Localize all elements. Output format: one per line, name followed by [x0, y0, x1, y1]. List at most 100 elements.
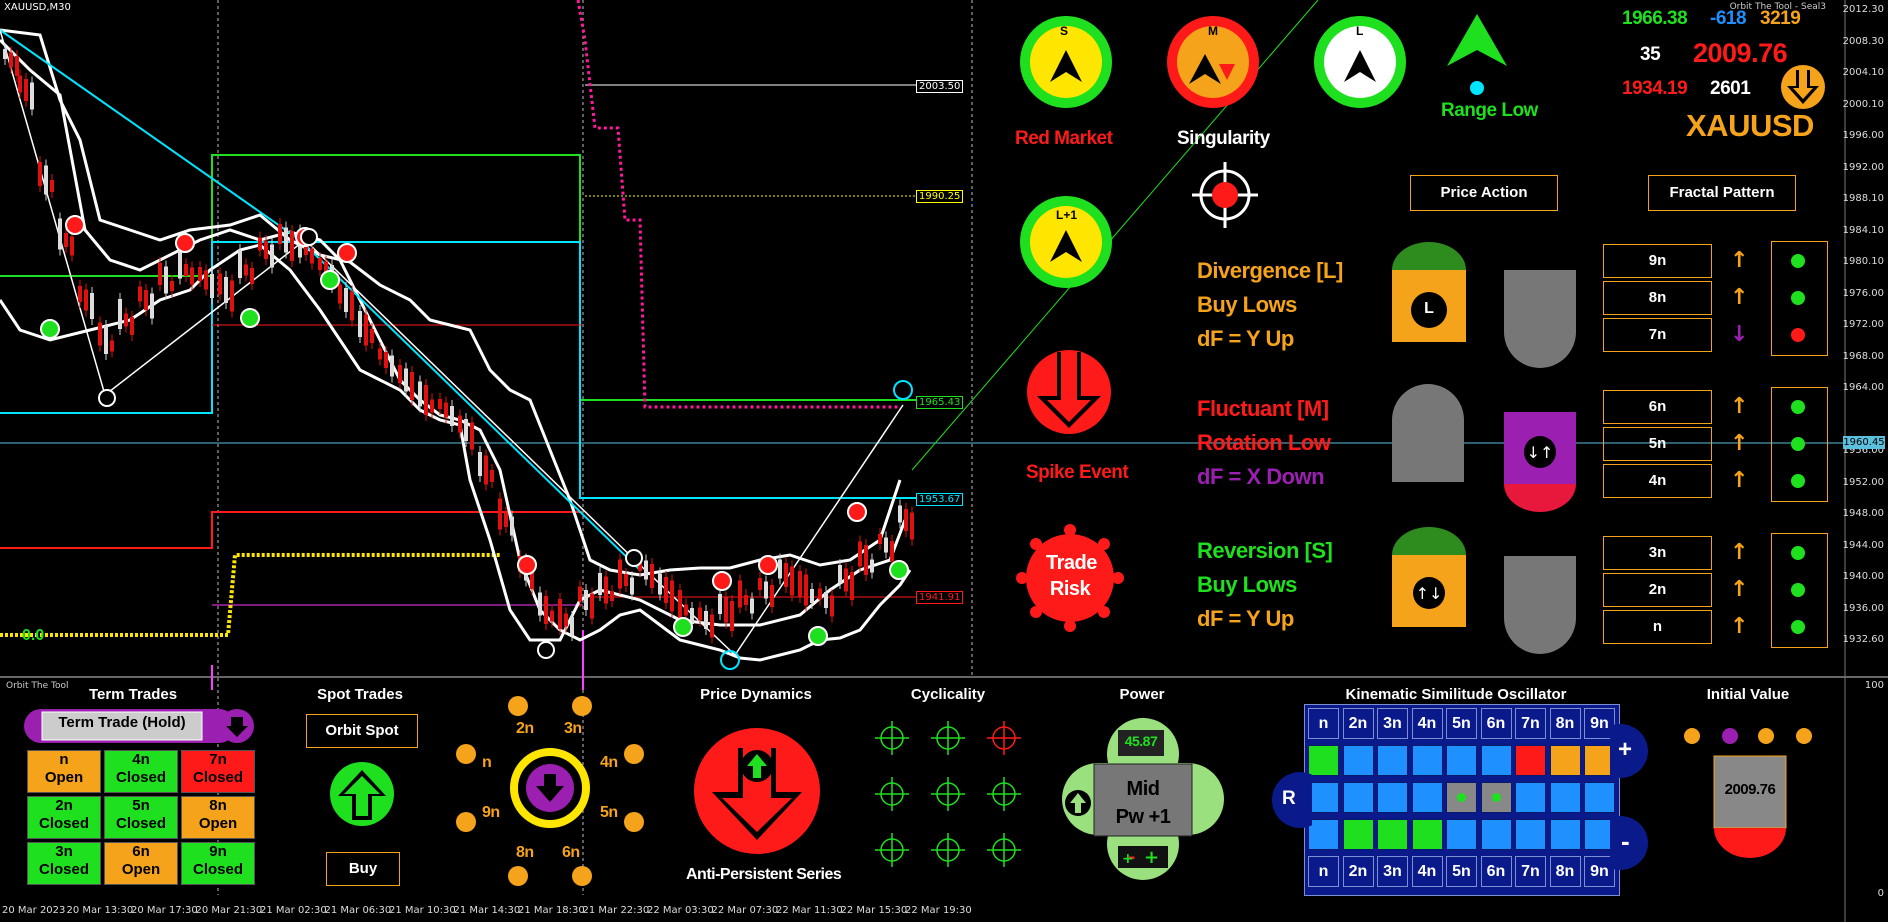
- candle-body: [650, 564, 654, 588]
- candle-body: [590, 593, 594, 619]
- kso-cell: [1377, 782, 1408, 813]
- kso-cell: [1549, 782, 1581, 813]
- candle-body: [658, 573, 662, 595]
- group-l-line3: dF = Y Up: [1197, 326, 1294, 351]
- candle-body: [30, 82, 34, 110]
- kso-cell: [1411, 782, 1443, 813]
- term-trade-cell-3n[interactable]: 3n Closed: [27, 842, 101, 885]
- price-action-button[interactable]: Price Action: [1410, 175, 1558, 211]
- cyclicality-crosshair-icon: [875, 777, 909, 811]
- kso-header-4n: 4n: [1411, 856, 1443, 887]
- term-trade-cell-status: Closed: [115, 769, 166, 786]
- singularity-crosshair-icon: [1192, 162, 1258, 228]
- fractal-row-4n[interactable]: 4n: [1603, 464, 1712, 498]
- term-trade-cell-5n[interactable]: 5n Closed: [104, 796, 178, 839]
- fractal-row-n[interactable]: n: [1603, 610, 1712, 644]
- spike-event-down-icon: [1027, 350, 1111, 434]
- candle-body: [738, 580, 742, 608]
- candle-body: [478, 452, 482, 476]
- price-axis-label: 1944.00: [1842, 539, 1884, 551]
- candle-body: [338, 284, 342, 304]
- term-trade-cell-6n[interactable]: 6n Open: [104, 842, 178, 885]
- cyclicality-crosshair-icon: [875, 833, 909, 867]
- zero-label: 0.0: [22, 627, 45, 644]
- term-trade-cell-7n[interactable]: 7n Closed: [181, 750, 255, 793]
- kso-header-n: n: [1308, 856, 1339, 887]
- term-trade-cell-2n[interactable]: 2n Closed: [27, 796, 101, 839]
- term-trade-down-icon[interactable]: [220, 709, 254, 743]
- candle-body: [458, 415, 462, 433]
- candle-body: [404, 368, 408, 392]
- fractal-row-2n[interactable]: 2n: [1603, 573, 1712, 607]
- fractal-row-5n[interactable]: 5n: [1603, 427, 1712, 461]
- power-line1: Mid: [1126, 778, 1160, 800]
- fractal-row-6n[interactable]: 6n: [1603, 390, 1712, 424]
- price-axis-label: 2004.10: [1842, 67, 1884, 78]
- group-l-block: [1392, 242, 1466, 342]
- kso-cell: [1515, 782, 1546, 813]
- candle-body: [144, 290, 148, 310]
- term-trade-cell-n[interactable]: n Open: [27, 750, 101, 793]
- candle-body: [718, 594, 722, 614]
- buy-button[interactable]: Buy: [326, 852, 400, 886]
- kso-cell: [1411, 745, 1443, 776]
- kso-cell: [1446, 782, 1477, 813]
- kso-minus-label[interactable]: -: [1621, 826, 1630, 857]
- candle-body: [384, 352, 388, 368]
- price-axis-label: 1988.10: [1842, 193, 1884, 204]
- buy-signal-marker: [673, 617, 693, 637]
- candle-body: [804, 574, 808, 606]
- candle-body: [564, 613, 568, 627]
- kso-plus-label[interactable]: +: [1618, 736, 1632, 764]
- group-m-title: Fluctuant [M]: [1197, 396, 1329, 421]
- group-m-gray-block: [1392, 384, 1464, 482]
- kso-header-5n: 5n: [1446, 708, 1477, 739]
- candle-body: [238, 250, 242, 278]
- term-trade-cell-9n[interactable]: 9n Closed: [181, 842, 255, 885]
- group-s-gray-block: [1504, 556, 1576, 654]
- sell-signal-marker: [175, 233, 195, 253]
- term-trade-cell-label: 6n: [132, 843, 150, 860]
- time-axis-label: 21 Mar 22:30: [582, 905, 650, 916]
- candle-body: [484, 455, 488, 485]
- sell-signal-marker: [712, 571, 732, 591]
- kso-header-5n: 5n: [1446, 856, 1477, 887]
- term-trade-cell-4n[interactable]: 4n Closed: [104, 750, 178, 793]
- candle-body: [18, 75, 22, 93]
- candle-body: [344, 288, 348, 312]
- kso-cell: [1308, 745, 1339, 776]
- cyclicality-title: Cyclicality: [910, 686, 986, 703]
- kso-cell: [1515, 819, 1546, 850]
- time-axis-label: 20 Mar 21:30: [195, 905, 263, 916]
- candle-body: [764, 581, 768, 599]
- sell-signal-marker: [758, 555, 778, 575]
- candle-body: [310, 248, 314, 264]
- price-axis-label: 1948.00: [1842, 508, 1884, 519]
- arrow-down-icon: ↓: [1730, 322, 1749, 347]
- l1-circle-indicator[interactable]: [1016, 192, 1116, 292]
- term-trade-cell-8n[interactable]: 8n Open: [181, 796, 255, 839]
- candle-body: [504, 513, 508, 527]
- candle-body: [318, 258, 322, 270]
- candle-body: [818, 588, 822, 600]
- candle-body: [730, 601, 734, 631]
- fractal-pattern-button[interactable]: Fractal Pattern: [1648, 175, 1796, 211]
- buy-signal-marker: [889, 560, 909, 580]
- kso-cell: [1549, 745, 1581, 776]
- fractal-row-7n[interactable]: 7n: [1603, 318, 1712, 352]
- kso-cell: [1480, 745, 1512, 776]
- fractal-row-9n[interactable]: 9n: [1603, 244, 1712, 278]
- time-axis-label: 22 Mar 03:30: [647, 905, 714, 916]
- group-m-block: ↓↑: [1504, 412, 1576, 512]
- term-trade-hold-button[interactable]: Term Trade (Hold): [42, 714, 202, 731]
- orbit-spot-button[interactable]: Orbit Spot: [306, 714, 418, 748]
- term-trade-cell-label: 9n: [209, 843, 227, 860]
- fractal-row-3n[interactable]: 3n: [1603, 536, 1712, 570]
- stat-count: 35: [1640, 44, 1661, 65]
- candle-body: [104, 326, 108, 354]
- group-s-title: Reversion [S]: [1197, 538, 1333, 563]
- arrow-up-icon: ↑: [1730, 614, 1749, 639]
- time-axis-label: 22 Mar 11:30: [776, 905, 843, 916]
- candle-body: [790, 566, 794, 596]
- fractal-row-8n[interactable]: 8n: [1603, 281, 1712, 315]
